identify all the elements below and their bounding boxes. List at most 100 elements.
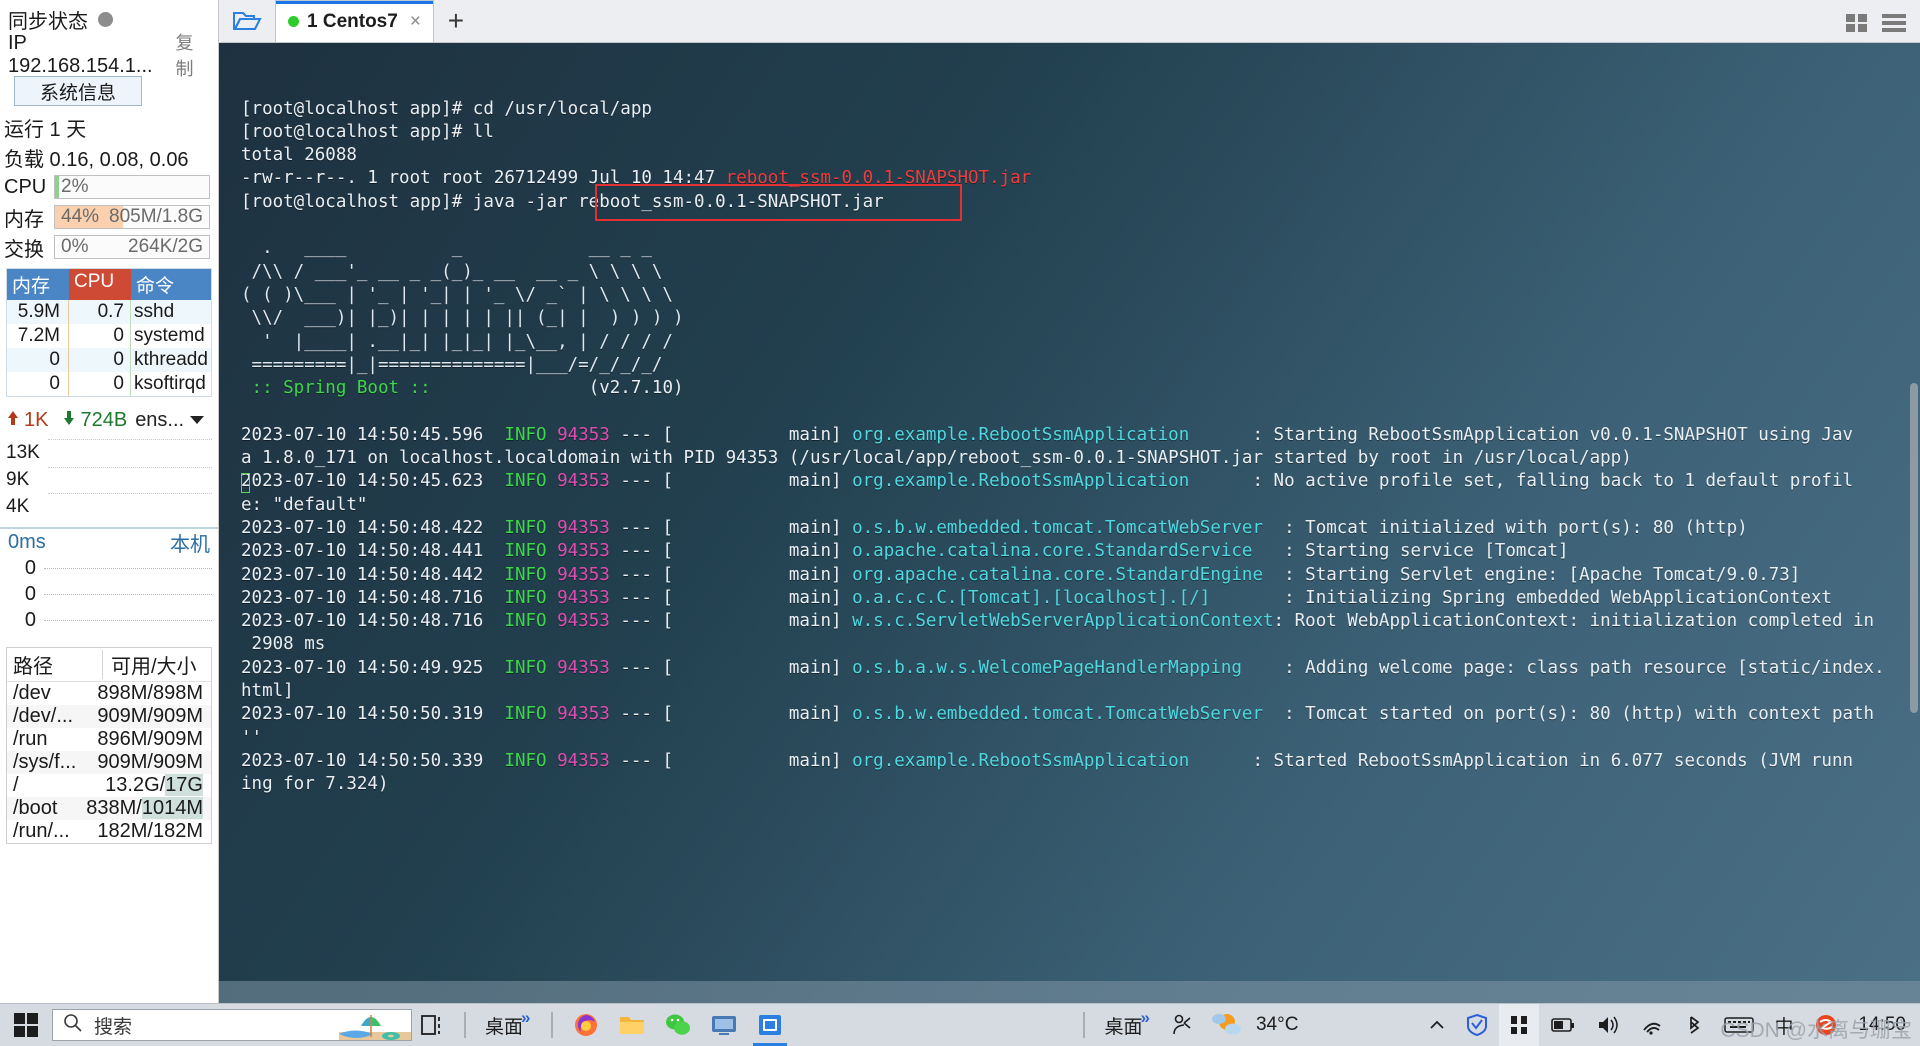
- latency-row: 0: [6, 607, 212, 633]
- taskbar-app-wechat[interactable]: [655, 1004, 701, 1046]
- search-icon: [63, 1013, 82, 1037]
- terminal-line: e: "default": [241, 494, 368, 515]
- people-icon[interactable]: [1161, 1004, 1201, 1046]
- hamburger-menu-icon[interactable]: [1882, 13, 1906, 38]
- tab-centos7[interactable]: 1 Centos7 ×: [275, 0, 434, 42]
- disk-table-body: /dev 898M/898M/dev/... 909M/909M/run 896M/9…: [7, 682, 211, 843]
- cloudy-sun-icon: [1210, 1010, 1244, 1041]
- wifi-icon[interactable]: [1631, 1004, 1673, 1046]
- meter-detail: 805M/1.8G: [109, 206, 203, 227]
- terminal-line: 2023-07-10 14:50:45.623 INFO 94353 --- […: [241, 471, 1854, 492]
- terminal-output[interactable]: [root@localhost app]# cd /usr/local/app[…: [219, 43, 1920, 1003]
- latency-row: 0: [6, 581, 212, 607]
- taskbar-app-terminal[interactable]: [747, 1004, 793, 1046]
- terminal-line: . ____ _ __ _ _: [241, 238, 652, 259]
- taskbar-app-firefox[interactable]: [563, 1004, 609, 1046]
- process-row[interactable]: 5.9M 0.7 sshd: [7, 300, 211, 324]
- latency-host-label: 本机: [170, 533, 210, 556]
- disk-col-path: 路径: [13, 656, 53, 678]
- disk-row[interactable]: /sys/f... 909M/909M: [7, 751, 211, 774]
- chevron-down-icon[interactable]: [190, 416, 205, 424]
- app-pin-icon[interactable]: [1499, 1003, 1540, 1046]
- process-row[interactable]: 0 0 kthreadd: [7, 348, 211, 372]
- new-tab-button[interactable]: +: [434, 0, 478, 42]
- latency-header: 0ms 本机: [0, 527, 218, 556]
- resource-meters: CPU 2% 内存 44% 805M/1.8G 交换 0% 264K/2G: [0, 172, 218, 262]
- terminal-scrollbar[interactable]: [1910, 43, 1918, 1003]
- task-view-icon[interactable]: [412, 1004, 454, 1046]
- process-row[interactable]: 7.2M 0 systemd: [7, 324, 211, 348]
- network-interface-name: ens...: [135, 408, 185, 431]
- terminal-line: ing for 7.324): [241, 774, 389, 795]
- meter-label: CPU: [4, 175, 47, 198]
- terminal-line: 2023-07-10 14:50:48.716 INFO 94353 --- […: [241, 587, 1832, 608]
- security-shield-icon[interactable]: [1457, 1004, 1497, 1046]
- upload-arrow-icon: [6, 409, 20, 432]
- system-tray: 中 14:50: [1419, 1003, 1920, 1046]
- terminal-line: 2023-07-10 14:50:48.441 INFO 94353 --- […: [241, 541, 1569, 562]
- meter-detail: 264K/2G: [128, 236, 203, 257]
- system-monitor-sidebar: 同步状态 IP 192.168.154.1... 复制 系统信息 运行 1 天 …: [0, 0, 219, 1003]
- sogou-ime-icon[interactable]: [1804, 1004, 1848, 1046]
- disk-row[interactable]: /13.2G/17G: [7, 774, 211, 797]
- terminal-line: '': [241, 727, 263, 748]
- terminal-line: 2023-07-10 14:50:49.925 INFO 94353 --- […: [241, 657, 1885, 678]
- network-graph-plot: [48, 435, 212, 521]
- taskbar-divider-3: [1083, 1012, 1086, 1038]
- network-traffic-graph: 13K 9K 4K: [6, 435, 212, 521]
- meter-bar: 44% 805M/1.8G: [54, 205, 210, 229]
- terminal-line: /\\ / ___'_ __ _ _(_)_ __ __ _ \ \ \ \: [241, 261, 663, 282]
- taskbar-app-vmware[interactable]: [701, 1004, 747, 1046]
- search-input[interactable]: 搜索: [52, 1009, 412, 1041]
- disk-col-size: 可用/大小: [102, 650, 211, 679]
- disk-row[interactable]: /boot 838M/1014M: [7, 797, 211, 820]
- terminal-line: 2908 ms: [241, 634, 326, 655]
- latency-rows: 000: [6, 555, 212, 633]
- meter-label: 内存: [4, 208, 44, 231]
- windows-start-icon[interactable]: [0, 1004, 52, 1046]
- terminal-line: total 26088: [241, 145, 357, 166]
- load-average-label: 负载 0.16, 0.08, 0.06: [4, 148, 189, 171]
- taskbar-divider-2: [551, 1012, 554, 1038]
- terminal-line: [root@localhost app]# cd /usr/local/app: [241, 98, 652, 119]
- process-table-header: 内存 CPU 命令: [7, 269, 211, 300]
- search-placeholder: 搜索: [94, 1016, 133, 1038]
- desktop-toolbar-2[interactable]: 桌面 »: [1095, 1004, 1160, 1046]
- close-icon[interactable]: ×: [410, 11, 421, 33]
- tab-status-dot-icon: [288, 16, 299, 27]
- grid-view-icon[interactable]: [1846, 13, 1868, 38]
- terminal-cursor: [241, 473, 250, 493]
- speaker-icon[interactable]: [1587, 1004, 1629, 1046]
- tab-label: 1 Centos7: [307, 10, 398, 32]
- sync-status-label: 同步状态: [8, 10, 88, 33]
- open-folder-icon[interactable]: [219, 0, 275, 42]
- process-table: 内存 CPU 命令 5.9M 0.7 sshd 7.2M 0 systemd 0 0 kthre…: [6, 268, 212, 397]
- weather-widget[interactable]: 34°C: [1201, 1004, 1307, 1046]
- battery-icon[interactable]: [1541, 1004, 1585, 1046]
- copy-ip-button[interactable]: 复制: [176, 29, 210, 81]
- meter-pct: 44%: [61, 206, 100, 227]
- taskbar-app-filemanager[interactable]: [609, 1004, 655, 1046]
- disk-row[interactable]: /run/... 182M/182M: [7, 820, 211, 843]
- disk-row[interactable]: /dev/... 909M/909M: [7, 705, 211, 728]
- y-tick-1: 9K: [6, 468, 30, 490]
- process-row[interactable]: 0 0 ksoftirqd: [7, 372, 211, 396]
- process-table-body: 5.9M 0.7 sshd 7.2M 0 systemd 0 0 kthreadd 0 0 ksoft…: [7, 300, 211, 396]
- taskbar-divider-1: [464, 1012, 466, 1038]
- system-info-button[interactable]: 系统信息: [14, 76, 142, 106]
- taskbar-clock[interactable]: 14:50: [1850, 1015, 1914, 1035]
- bluetooth-icon[interactable]: [1675, 1004, 1713, 1046]
- disk-row[interactable]: /dev 898M/898M: [7, 682, 211, 705]
- terminal-window: 1 Centos7 × + [root@localhost app]# cd /…: [219, 0, 1920, 1003]
- ime-mode-label[interactable]: 中: [1765, 1004, 1802, 1046]
- network-graph-y-axis: 13K 9K 4K: [6, 435, 48, 521]
- latency-row: 0: [6, 555, 212, 581]
- disk-row[interactable]: /run 896M/909M: [7, 728, 211, 751]
- keyboard-icon[interactable]: [1715, 1004, 1763, 1046]
- overflow-chevron-icon-2[interactable]: »: [1141, 1008, 1150, 1028]
- desktop-toolbar-1[interactable]: 桌面 »: [476, 1004, 541, 1046]
- overflow-chevron-icon-1[interactable]: »: [521, 1008, 530, 1028]
- latency-value: 0ms: [8, 530, 46, 553]
- chevron-up-icon[interactable]: [1419, 1004, 1455, 1046]
- desktop-label-1: 桌面: [485, 1016, 524, 1038]
